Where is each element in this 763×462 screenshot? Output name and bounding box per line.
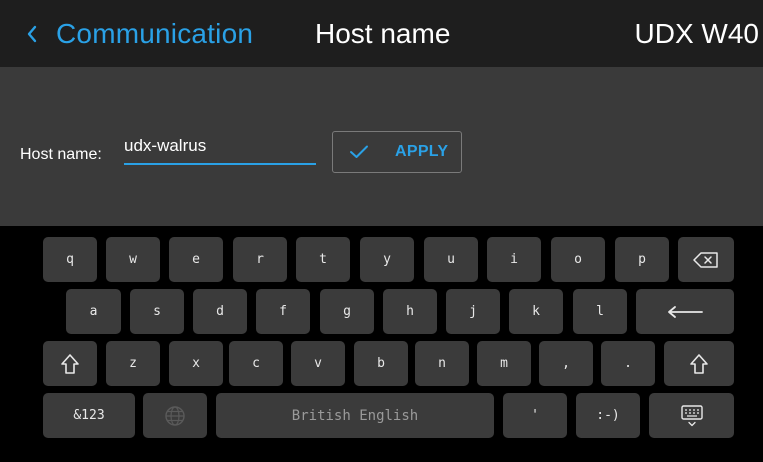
on-screen-keyboard: q w e r t y u i o p a s d f g h j k l z … — [0, 226, 763, 462]
chevron-left-icon — [26, 20, 44, 48]
emoticon-key[interactable]: :-) — [576, 393, 640, 438]
key-l[interactable]: l — [573, 289, 627, 334]
key-t[interactable]: t — [296, 237, 350, 282]
key-w[interactable]: w — [106, 237, 160, 282]
hide-keyboard-key[interactable] — [649, 393, 734, 438]
key-j[interactable]: j — [446, 289, 500, 334]
shift-icon — [689, 353, 709, 375]
backspace-icon — [693, 251, 719, 268]
language-key[interactable] — [143, 393, 207, 438]
host-name-input[interactable] — [124, 131, 316, 161]
key-h[interactable]: h — [383, 289, 437, 334]
key-z[interactable]: z — [106, 341, 160, 386]
key-c[interactable]: c — [229, 341, 283, 386]
apply-button[interactable]: APPLY — [332, 131, 462, 173]
backspace-key[interactable] — [678, 237, 734, 282]
key-v[interactable]: v — [291, 341, 345, 386]
keyboard-hide-icon — [680, 404, 704, 428]
key-i[interactable]: i — [487, 237, 541, 282]
key-y[interactable]: y — [360, 237, 414, 282]
apply-label: APPLY — [395, 143, 449, 160]
key-u[interactable]: u — [424, 237, 478, 282]
key-apostrophe[interactable]: ' — [503, 393, 567, 438]
key-q[interactable]: q — [43, 237, 97, 282]
device-name: UDX W40 — [634, 18, 759, 49]
key-s[interactable]: s — [130, 289, 184, 334]
space-key[interactable]: British English — [216, 393, 494, 438]
shift-key-right[interactable] — [664, 341, 734, 386]
globe-icon — [164, 405, 186, 427]
enter-icon — [666, 305, 704, 319]
key-p[interactable]: p — [615, 237, 669, 282]
key-o[interactable]: o — [551, 237, 605, 282]
key-m[interactable]: m — [477, 341, 531, 386]
key-n[interactable]: n — [415, 341, 469, 386]
checkmark-icon — [349, 141, 371, 163]
key-e[interactable]: e — [169, 237, 223, 282]
host-name-label: Host name: — [20, 146, 102, 163]
content-panel: Host name: APPLY — [0, 67, 763, 226]
key-g[interactable]: g — [320, 289, 374, 334]
back-label: Communication — [56, 18, 254, 49]
key-f[interactable]: f — [256, 289, 310, 334]
key-b[interactable]: b — [354, 341, 408, 386]
key-x[interactable]: x — [169, 341, 223, 386]
shift-icon — [60, 353, 80, 375]
key-comma[interactable]: , — [539, 341, 593, 386]
page-title: Host name — [315, 18, 451, 49]
key-period[interactable]: . — [601, 341, 655, 386]
enter-key[interactable] — [636, 289, 734, 334]
host-name-field — [124, 131, 316, 165]
key-r[interactable]: r — [233, 237, 287, 282]
back-button[interactable]: Communication — [26, 12, 253, 56]
symbols-key[interactable]: &123 — [43, 393, 135, 438]
key-k[interactable]: k — [509, 289, 563, 334]
key-d[interactable]: d — [193, 289, 247, 334]
header-bar: Communication Host name UDX W40 — [0, 0, 763, 67]
key-a[interactable]: a — [66, 289, 121, 334]
shift-key-left[interactable] — [43, 341, 97, 386]
